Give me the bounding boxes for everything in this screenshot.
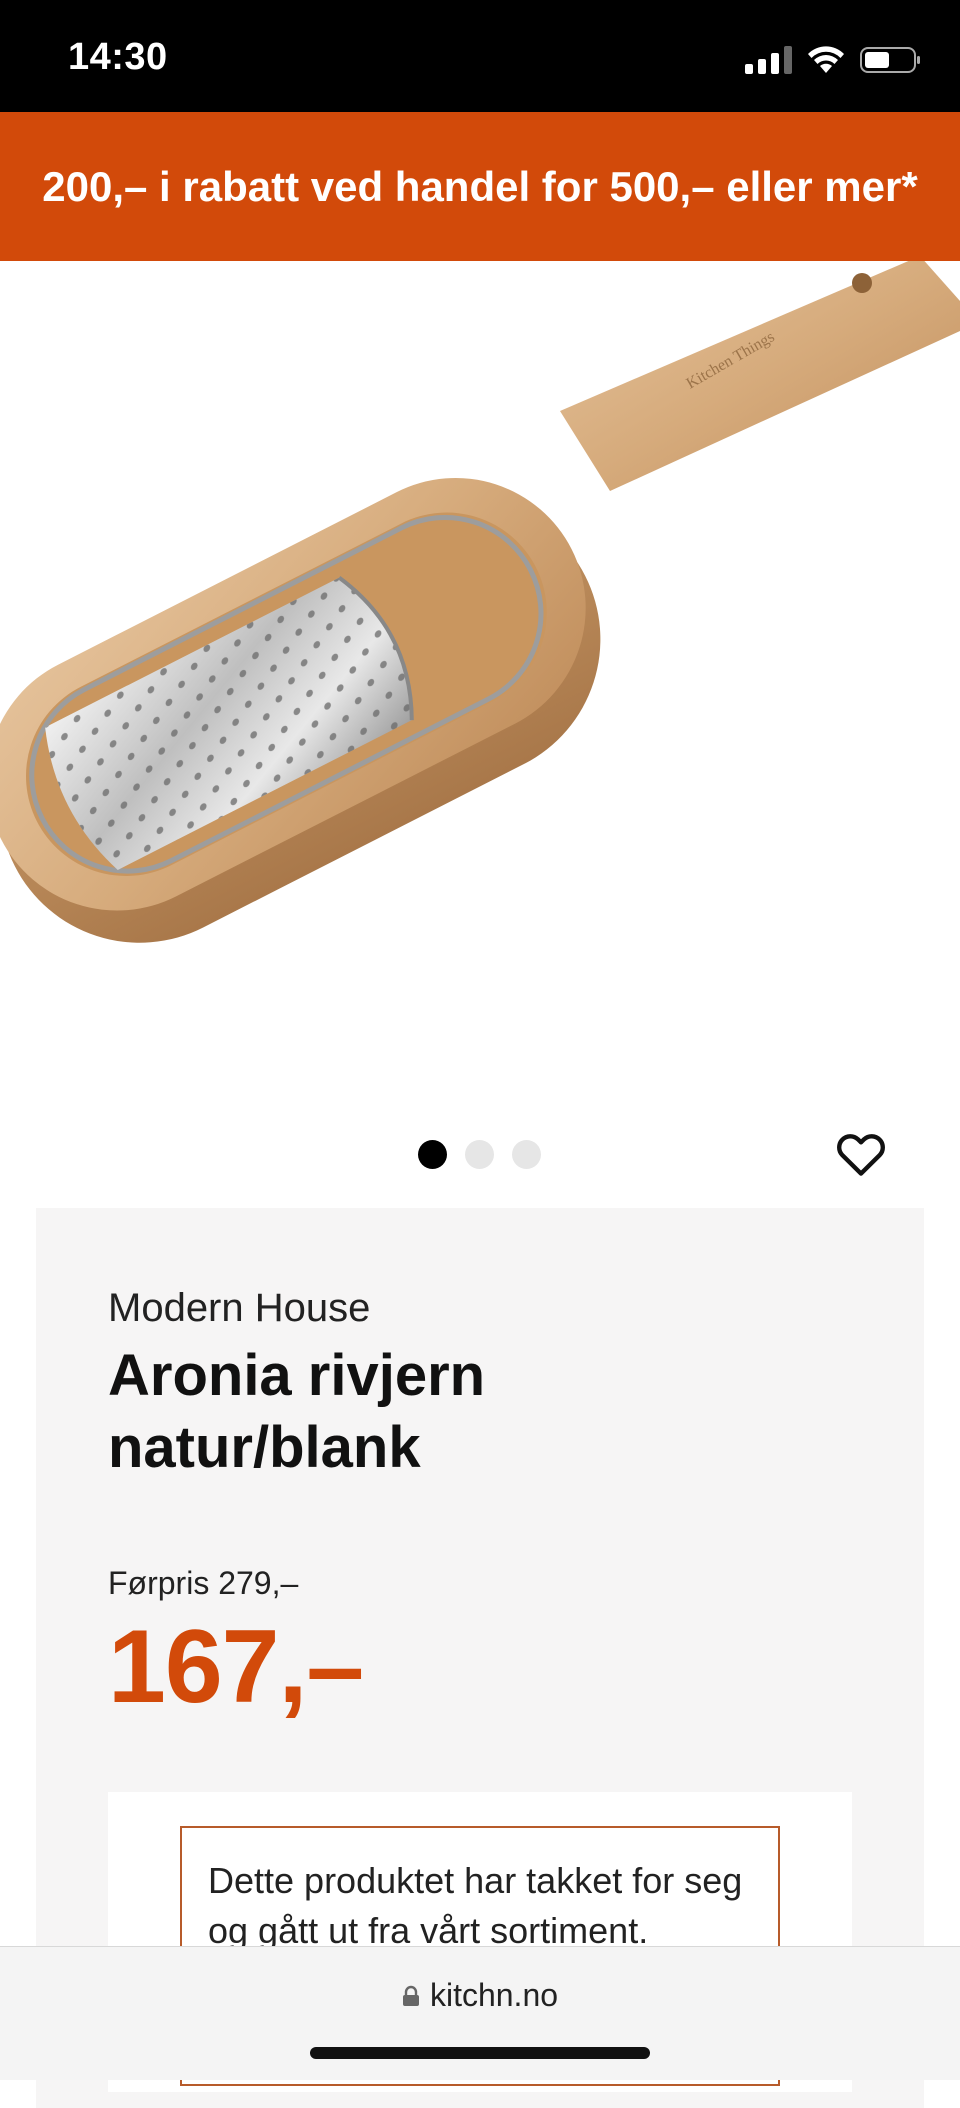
battery-icon <box>860 47 920 73</box>
lock-icon <box>402 1985 419 2006</box>
heart-icon[interactable] <box>832 1124 890 1182</box>
product-price: 167,– <box>108 1609 364 1725</box>
product-image[interactable]: Kitchen Things <box>0 256 960 1051</box>
carousel-dot-1[interactable] <box>418 1140 447 1169</box>
signal-icon <box>745 46 792 74</box>
status-icons <box>745 40 922 80</box>
url-text: kitchn.no <box>429 1977 559 2013</box>
pre-price: Førpris 279,– <box>108 1565 299 1601</box>
wifi-icon <box>808 46 844 73</box>
discontinued-notice-text: Dette produktet har takket for seg og gå… <box>208 1860 743 1951</box>
url-display[interactable]: kitchn.no <box>0 1977 960 2014</box>
image-carousel-dots <box>418 1140 541 1169</box>
carousel-dot-2[interactable] <box>465 1140 494 1169</box>
browser-address-bar[interactable]: kitchn.no <box>0 1946 960 2080</box>
promo-banner[interactable]: 200,– i rabatt ved handel for 500,– elle… <box>0 112 960 261</box>
promo-banner-text: 200,– i rabatt ved handel for 500,– elle… <box>42 162 918 210</box>
carousel-dot-3[interactable] <box>512 1140 541 1169</box>
status-bar: 14:30 <box>0 0 960 112</box>
product-image-grater: Kitchen Things <box>0 256 960 943</box>
product-title: Aronia rivjern natur/blank <box>108 1343 486 1480</box>
status-time: 14:30 <box>68 36 168 78</box>
product-brand[interactable]: Modern House <box>108 1286 370 1331</box>
home-indicator[interactable] <box>310 2047 650 2059</box>
